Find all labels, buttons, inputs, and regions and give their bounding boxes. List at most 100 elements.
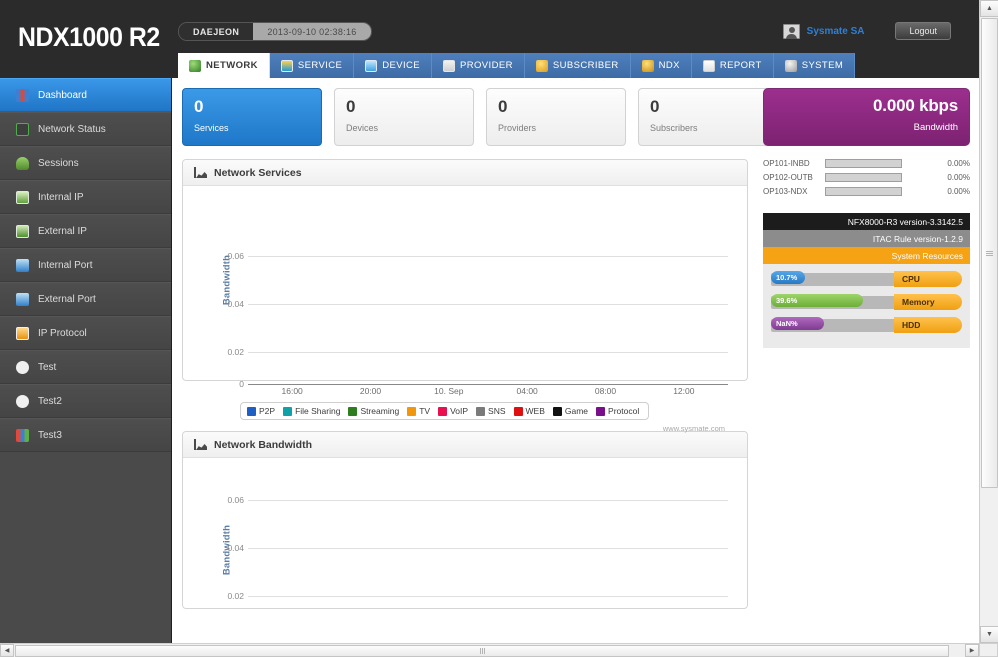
sidebar-item-label: Test3 bbox=[38, 429, 62, 441]
sidebar-item-label: Sessions bbox=[38, 157, 79, 169]
interface-row: OP103-NDX 0.00% bbox=[763, 184, 970, 198]
legend-item[interactable]: Protocol bbox=[596, 406, 639, 416]
avatar bbox=[782, 23, 800, 39]
x-axis-line bbox=[248, 384, 728, 385]
stat-card-services[interactable]: 0 Services bbox=[182, 88, 322, 146]
panel-network-services: Network Services Bandwidth 0.06 0.04 0.0… bbox=[182, 159, 748, 433]
y-axis-label: Bandwidth bbox=[221, 254, 233, 306]
sidebar-item-label: Internal Port bbox=[38, 259, 93, 271]
sidebar-item-ip-protocol[interactable]: IP Protocol bbox=[0, 316, 171, 350]
sidebar-item-test2[interactable]: Test2 bbox=[0, 384, 171, 418]
sidebar-item-test[interactable]: Test bbox=[0, 350, 171, 384]
sidebar-item-sessions[interactable]: Sessions bbox=[0, 146, 171, 180]
globe-icon bbox=[189, 59, 201, 72]
y-tick: 0.06 bbox=[227, 251, 244, 261]
stat-card-subscribers[interactable]: 0 Subscribers bbox=[638, 88, 778, 146]
sidebar-item-dashboard[interactable]: Dashboard bbox=[0, 78, 171, 112]
legend-swatch bbox=[552, 406, 562, 416]
system-info-panel: NFX8000-R3 version-3.3142.5 ITAC Rule ve… bbox=[763, 213, 970, 348]
legend-item[interactable]: Game bbox=[552, 406, 588, 416]
legend-label: VoIP bbox=[450, 406, 469, 416]
tab-network[interactable]: NETWORK bbox=[178, 53, 270, 78]
interface-row: OP101-INBD 0.00% bbox=[763, 156, 970, 170]
tab-report[interactable]: REPORT bbox=[691, 53, 774, 78]
sidebar-item-external-port[interactable]: External Port bbox=[0, 282, 171, 316]
y-tick: 0.02 bbox=[227, 591, 244, 601]
current-datetime: 2013-09-10 02:38:16 bbox=[253, 23, 371, 40]
tab-device[interactable]: DEVICE bbox=[354, 53, 433, 78]
network-icon bbox=[16, 122, 29, 136]
site-datetime-pill: DAEJEON 2013-09-10 02:38:16 bbox=[178, 22, 372, 41]
sidebar-item-network-status[interactable]: Network Status bbox=[0, 112, 171, 146]
grip-icon bbox=[986, 250, 993, 256]
sidebar-item-label: Internal IP bbox=[38, 191, 84, 203]
resource-meters: 10.7% CPU 39.6% Memory NaN% HDD bbox=[763, 264, 970, 348]
gear-icon bbox=[784, 59, 797, 72]
vertical-scrollbar[interactable]: ▲ ▼ bbox=[979, 0, 998, 643]
stat-card-providers[interactable]: 0 Providers bbox=[486, 88, 626, 146]
legend-item[interactable]: Streaming bbox=[348, 406, 399, 416]
legend-swatch bbox=[513, 406, 523, 416]
legend-item[interactable]: File Sharing bbox=[283, 406, 340, 416]
tab-subscriber[interactable]: SUBSCRIBER bbox=[524, 53, 631, 78]
scroll-down-button[interactable]: ▼ bbox=[980, 626, 998, 643]
sidebar-item-label: Test2 bbox=[38, 395, 62, 407]
legend-swatch bbox=[438, 406, 448, 416]
sidebar-item-internal-ip[interactable]: Internal IP bbox=[0, 180, 171, 214]
legend-item[interactable]: TV bbox=[407, 406, 430, 416]
bar-chart-icon bbox=[16, 88, 29, 102]
scroll-up-button[interactable]: ▲ bbox=[980, 0, 998, 17]
chart-legend: P2P File Sharing Streaming TV VoIP SNS WEB Game… bbox=[240, 402, 650, 420]
sidebar-item-label: IP Protocol bbox=[38, 327, 87, 339]
product-logo: NDX1000 R2 bbox=[18, 22, 160, 52]
pie-chart-icon bbox=[16, 360, 29, 374]
stat-card-devices[interactable]: 0 Devices bbox=[334, 88, 474, 146]
resource-label: HDD bbox=[894, 317, 962, 333]
tab-label: NDX bbox=[658, 60, 680, 71]
sidebar-item-external-ip[interactable]: External IP bbox=[0, 214, 171, 248]
panel-header: Network Services bbox=[183, 160, 747, 186]
vertical-scroll-thumb[interactable] bbox=[981, 18, 998, 488]
y-tick: 0.04 bbox=[227, 543, 244, 553]
y-tick: 0.02 bbox=[227, 347, 244, 357]
watermark: www.sysmate.com bbox=[662, 424, 725, 433]
interface-usage-list: OP101-INBD 0.00% OP102-OUTB 0.00% OP103-NDX 0… bbox=[763, 156, 970, 198]
username-label[interactable]: Sysmate SA bbox=[807, 26, 865, 37]
stat-card-value: 0 bbox=[346, 97, 356, 116]
tab-system[interactable]: SYSTEM bbox=[773, 53, 856, 78]
gridline bbox=[248, 352, 728, 353]
bandwidth-value: 0.000 kbps bbox=[873, 96, 958, 115]
scroll-right-button[interactable]: ▶ bbox=[965, 644, 979, 657]
horizontal-scrollbar[interactable]: ◀ ▶ bbox=[0, 643, 979, 657]
tab-provider[interactable]: PROVIDER bbox=[432, 53, 525, 78]
x-tick: 16:00 bbox=[281, 386, 303, 396]
legend-item[interactable]: WEB bbox=[513, 406, 545, 416]
scroll-left-button[interactable]: ◀ bbox=[0, 644, 14, 657]
sidebar-item-test3[interactable]: Test3 bbox=[0, 418, 171, 452]
legend-label: Protocol bbox=[608, 406, 640, 416]
external-port-icon bbox=[16, 292, 29, 306]
application-window: NDX1000 R2 DAEJEON 2013-09-10 02:38:16 S… bbox=[0, 0, 998, 657]
sidebar-item-label: Dashboard bbox=[38, 89, 87, 101]
x-tick: 10. Sep bbox=[434, 386, 464, 396]
main-content: 0 Services 0 Devices 0 Providers 0 Subscribers … bbox=[172, 78, 979, 643]
bar-chart-icon bbox=[16, 428, 29, 442]
sidebar-item-internal-port[interactable]: Internal Port bbox=[0, 248, 171, 282]
user-area: Sysmate SA Logout bbox=[782, 18, 951, 44]
interface-usage-bar bbox=[825, 172, 902, 182]
logout-button[interactable]: Logout bbox=[895, 22, 951, 40]
legend-item[interactable]: VoIP bbox=[438, 406, 468, 416]
y-tick: 0.04 bbox=[227, 299, 244, 309]
interface-percent: 0.00% bbox=[947, 172, 970, 182]
site-name: DAEJEON bbox=[179, 23, 254, 40]
legend-item[interactable]: P2P bbox=[247, 406, 275, 416]
horizontal-scroll-thumb[interactable] bbox=[15, 645, 949, 657]
legend-item[interactable]: SNS bbox=[476, 406, 506, 416]
tab-service[interactable]: SERVICE bbox=[269, 53, 355, 78]
sidebar-item-label: External Port bbox=[38, 293, 96, 305]
panel-body: Bandwidth 0.06 0.04 0.02 bbox=[183, 458, 747, 608]
legend-label: P2P bbox=[259, 406, 276, 416]
grip-icon bbox=[479, 648, 485, 654]
interface-usage-bar bbox=[825, 186, 902, 196]
tab-ndx[interactable]: NDX bbox=[630, 53, 692, 78]
